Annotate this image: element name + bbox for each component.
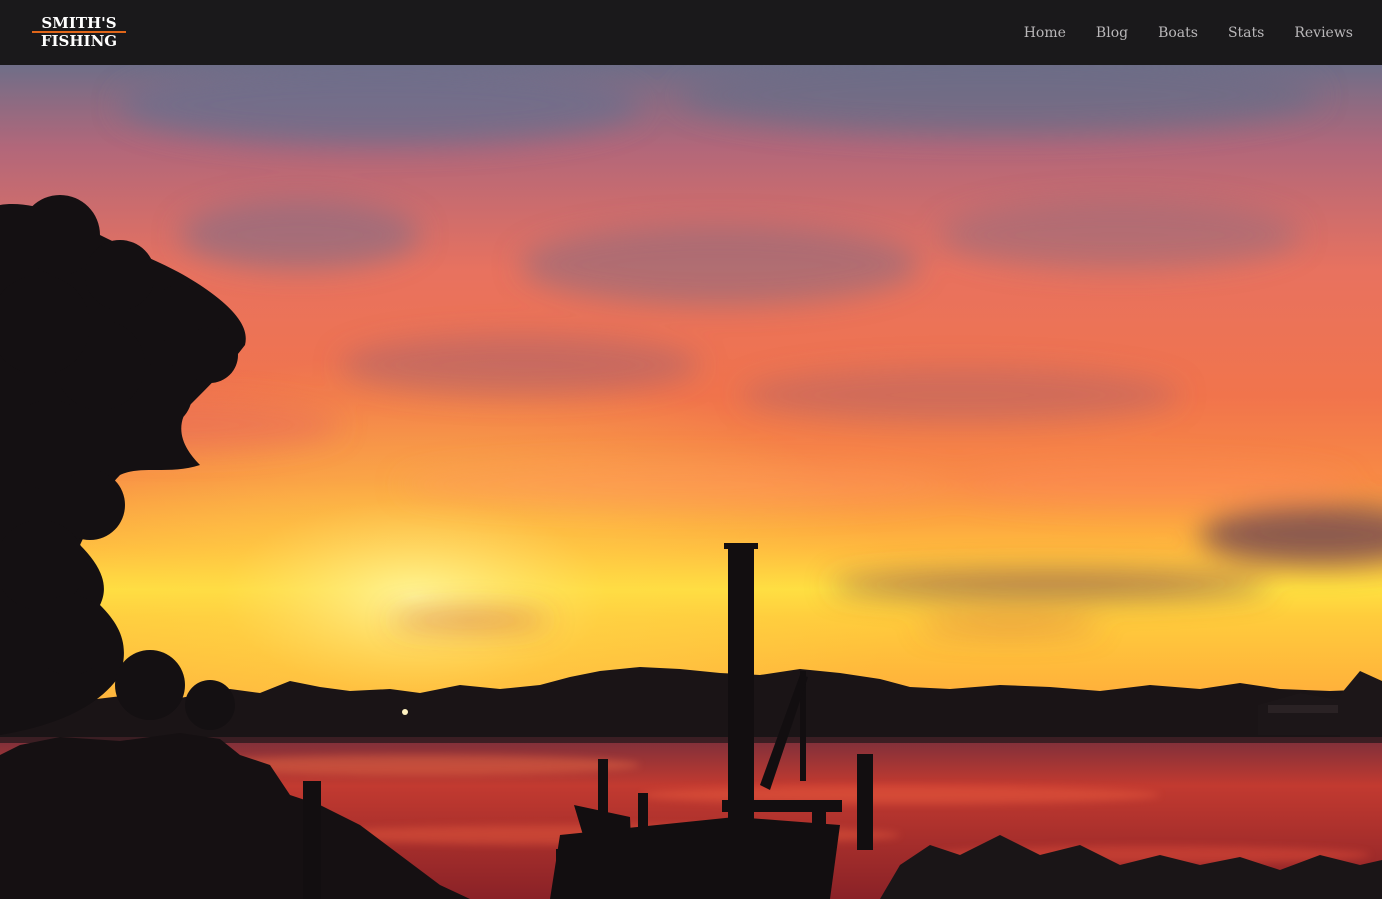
brand-logo-line1: SMITH'S — [41, 14, 117, 32]
nav-item-boats[interactable]: Boats — [1158, 25, 1198, 41]
nav-item-blog[interactable]: Blog — [1096, 25, 1128, 41]
main-nav: Home Blog Boats Stats Reviews — [994, 0, 1353, 65]
top-navbar: SMITH'S FISHING Home Blog Boats Stats Re… — [0, 0, 1382, 65]
nav-item-home[interactable]: Home — [1024, 25, 1066, 41]
hero-sunset-image — [0, 65, 1382, 899]
hero-banner — [0, 65, 1382, 899]
dock-lamp — [402, 709, 408, 715]
nav-item-reviews[interactable]: Reviews — [1294, 25, 1353, 41]
brand-logo[interactable]: SMITH'S FISHING — [32, 15, 128, 49]
nav-item-stats[interactable]: Stats — [1228, 25, 1264, 41]
brand-logo-line2: FISHING — [40, 32, 118, 50]
